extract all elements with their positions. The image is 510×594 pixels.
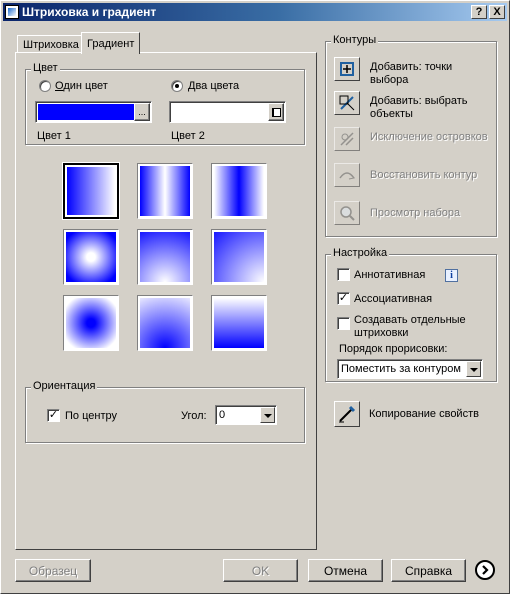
contour-label-3: Восстановить контур <box>370 169 478 181</box>
info-icon[interactable]: i <box>445 269 458 282</box>
gradient-swatch-fill <box>140 166 190 216</box>
contour-button-3[interactable] <box>334 163 360 187</box>
gradient-swatch-fill <box>66 232 116 282</box>
tab-gradient-label: Градиент <box>87 37 135 50</box>
contour-label-4: Просмотр набора <box>370 207 461 219</box>
gradient-swatch-curved-corner[interactable] <box>211 229 267 285</box>
separate-hatches-label: Создавать отдельные штриховки <box>354 314 466 339</box>
angle-label: Угол: <box>181 410 207 422</box>
help-button[interactable]: Справка <box>391 559 466 582</box>
gradient-swatch-spherical-inverted[interactable] <box>63 229 119 285</box>
more-options-button[interactable] <box>475 560 495 580</box>
color1-field[interactable]: ... <box>35 101 152 123</box>
angle-dropdown[interactable]: 0 <box>215 405 277 425</box>
tab-hatch-label: Штриховка <box>23 38 79 51</box>
inherit-properties-icon <box>339 405 356 423</box>
tab-gradient[interactable]: Градиент <box>81 32 141 54</box>
orientation-legend: Ориентация <box>31 380 98 392</box>
gradient-swatch-fill <box>214 166 264 216</box>
contour-button-2[interactable] <box>334 127 360 151</box>
annotative-checkbox[interactable] <box>337 268 350 281</box>
gradient-swatch-fill <box>140 232 190 282</box>
close-button[interactable]: X <box>489 5 505 19</box>
contour-label-1[interactable]: Добавить: выбрать объекты <box>370 95 490 121</box>
gradient-swatch-hemispherical[interactable] <box>137 229 193 285</box>
tab-hatch[interactable]: Штриховка <box>17 35 85 53</box>
contour-button-0[interactable] <box>334 57 360 81</box>
gradient-swatch-fill <box>140 298 190 348</box>
one-color-label-rest: дин цвет <box>63 80 108 92</box>
chevron-down-icon[interactable] <box>260 407 275 423</box>
color2-field[interactable] <box>169 101 286 123</box>
draw-order-dropdown[interactable]: Поместить за контуром <box>337 359 483 379</box>
contours-legend: Контуры <box>331 34 379 46</box>
recreate-boundary-icon <box>339 172 356 180</box>
preview-button[interactable]: Образец <box>15 559 91 582</box>
hatch-gradient-dialog: Штриховка и градиент ? X Штриховка Гради… <box>0 0 510 594</box>
gradient-swatch-cylinder-horizontal[interactable] <box>137 163 193 219</box>
annotative-label: Аннотативная <box>354 269 426 281</box>
gradient-swatch-curved[interactable] <box>211 295 267 351</box>
color2-slider-button[interactable] <box>268 103 284 121</box>
centered-label: По центру <box>65 410 117 422</box>
gradient-swatch-inverted-hemispherical[interactable] <box>137 295 193 351</box>
centered-checkbox[interactable]: ✓ <box>47 409 60 422</box>
associative-checkbox[interactable]: ✓ <box>337 292 350 305</box>
gradient-swatch-inverted-cylinder-horizontal[interactable] <box>211 163 267 219</box>
contour-button-1[interactable] <box>334 91 360 115</box>
chevron-right-icon <box>482 565 489 575</box>
ok-button[interactable]: OK <box>223 559 298 582</box>
help-title-button[interactable]: ? <box>471 5 487 19</box>
contour-label-0[interactable]: Добавить: точки выбора <box>370 61 490 87</box>
app-icon <box>5 5 19 19</box>
gradient-swatch-spherical[interactable] <box>63 295 119 351</box>
gradient-swatch-fill <box>214 298 264 348</box>
settings-legend: Настройка <box>331 247 390 259</box>
chevron-down-icon[interactable] <box>466 361 481 377</box>
gradient-swatch-linear-horizontal-fade[interactable] <box>62 162 120 220</box>
color-group-legend: Цвет <box>31 62 60 74</box>
two-colors-label: Два цвета <box>188 80 240 92</box>
draw-order-value: Поместить за контуром <box>341 363 461 375</box>
gradient-swatch-fill <box>66 298 116 348</box>
contour-label-2: Исключение островков <box>370 131 488 143</box>
view-selections-icon <box>340 206 355 221</box>
add-pick-points-icon <box>340 62 354 76</box>
associative-label: Ассоциативная <box>354 293 433 305</box>
one-color-radio[interactable] <box>39 80 51 92</box>
inherit-properties-button[interactable] <box>334 401 360 427</box>
gradient-swatch-fill <box>214 232 264 282</box>
gradient-swatch-fill <box>67 167 115 215</box>
cancel-button[interactable]: Отмена <box>308 559 383 582</box>
contour-button-4[interactable] <box>334 201 360 225</box>
two-colors-radio[interactable] <box>171 80 183 92</box>
add-select-objects-icon <box>339 95 355 111</box>
inherit-properties-label: Копирование свойств <box>369 408 479 420</box>
color1-swatch <box>38 104 134 120</box>
title-bar[interactable]: Штриховка и градиент ? X <box>3 3 507 21</box>
slider-icon <box>271 107 281 117</box>
color1-label: Цвет 1 <box>37 130 71 142</box>
color2-label: Цвет 2 <box>171 130 205 142</box>
separate-hatches-checkbox[interactable] <box>337 317 350 330</box>
remove-islands-icon <box>340 132 354 146</box>
draw-order-label: Порядок прорисовки: <box>339 343 448 355</box>
color1-browse-button[interactable]: ... <box>134 103 150 121</box>
window-title: Штриховка и градиент <box>22 5 157 19</box>
two-colors-label-rest: ва цвета <box>195 80 240 92</box>
one-color-label: Один цвет <box>55 80 108 92</box>
angle-value: 0 <box>219 409 226 421</box>
